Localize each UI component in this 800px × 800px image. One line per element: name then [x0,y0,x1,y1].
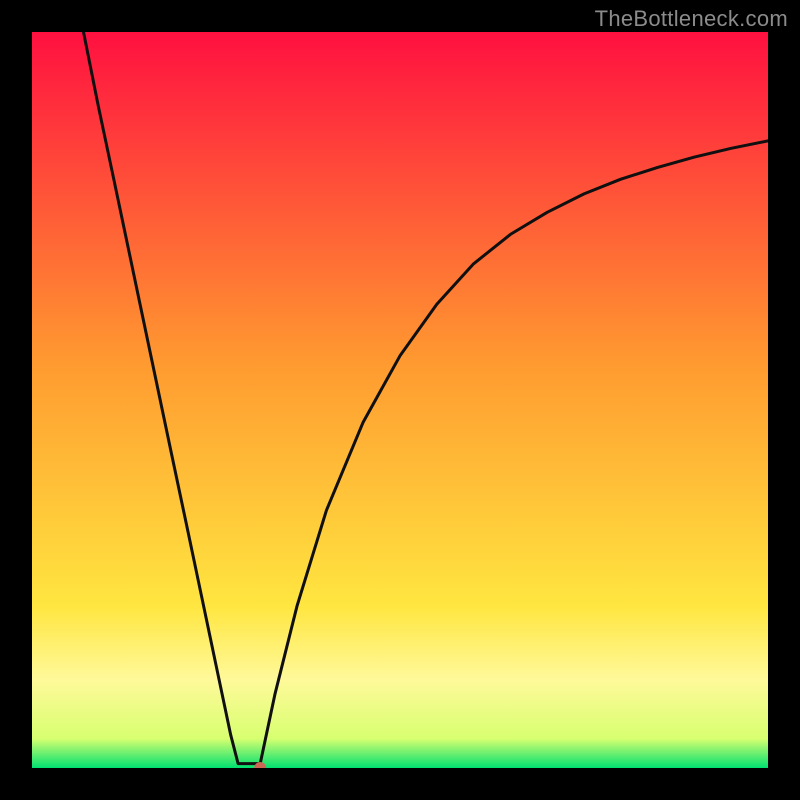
bottleneck-chart [32,32,768,768]
chart-frame [32,32,768,768]
watermark-text: TheBottleneck.com [595,6,788,32]
gradient-background [32,32,768,768]
